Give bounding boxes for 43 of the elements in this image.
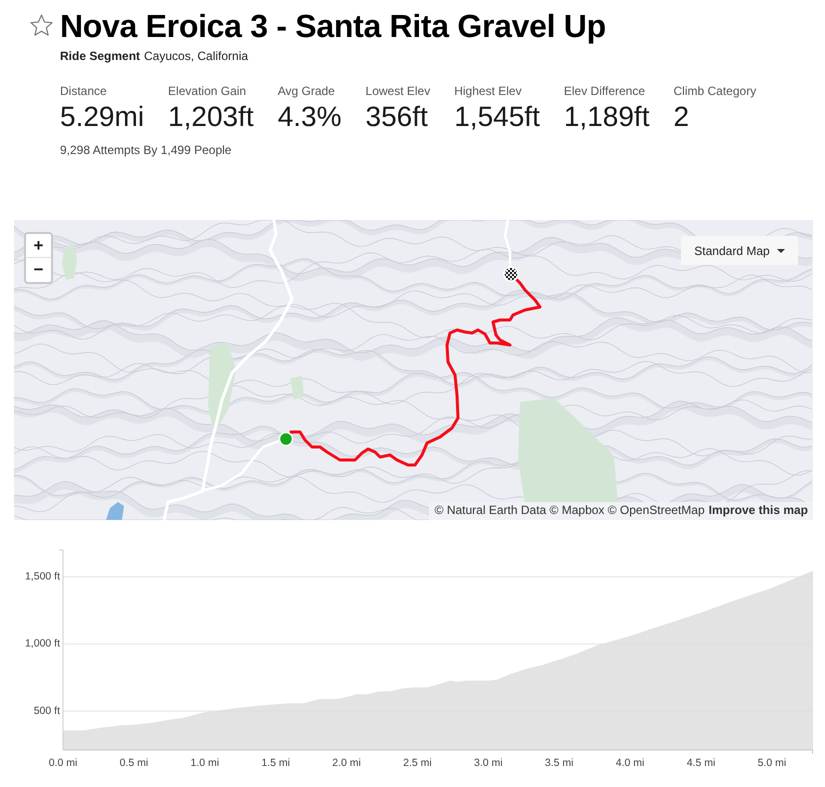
zoom-in-button[interactable]: +	[24, 232, 53, 258]
x-axis-label: 0.5 mi	[120, 756, 148, 769]
stat-value: 5.29mi	[60, 101, 144, 133]
zoom-out-button[interactable]: −	[24, 258, 53, 284]
improve-map-link[interactable]: Improve this map	[708, 503, 808, 518]
y-axis-label: 500 ft	[34, 704, 60, 717]
stat-value: 4.3%	[278, 101, 342, 133]
star-icon[interactable]	[30, 14, 53, 37]
map-style-dropdown[interactable]: Standard Map	[681, 236, 798, 265]
x-axis-label: 0.0 mi	[48, 756, 78, 769]
stat-label: Elevation Gain	[168, 83, 246, 99]
stat-label: Distance	[60, 83, 107, 99]
stat-label: Lowest Elev	[366, 83, 430, 99]
park-area	[290, 376, 304, 400]
stat-value: 1,545ft	[454, 101, 540, 133]
x-axis-label: 3.5 mi	[544, 756, 574, 769]
x-axis-label: 1.0 mi	[190, 756, 220, 769]
stat-value: 1,189ft	[564, 101, 650, 133]
x-axis-label: 2.0 mi	[332, 756, 361, 769]
stat-value: 356ft	[366, 101, 428, 133]
stat-value: 1,203ft	[168, 101, 254, 133]
y-axis-label: 1,500 ft	[24, 570, 60, 583]
caret-icon	[776, 248, 785, 252]
y-axis-label: 1,000 ft	[24, 638, 60, 650]
x-axis-label: 3.0 mi	[474, 756, 503, 769]
stat-label: Climb Category	[674, 83, 756, 99]
segment-type: Ride Segment	[60, 48, 140, 64]
stat-label: Highest Elev	[454, 83, 522, 99]
segment-location: Cayucos, California	[144, 48, 248, 64]
segment-title: Nova Eroica 3 - Santa Rita Gravel Up	[60, 7, 606, 45]
x-axis-label: 2.5 mi	[403, 756, 432, 769]
stat-label: Avg Grade	[278, 83, 335, 99]
stat-value: 2	[674, 101, 690, 133]
stat-label: Elev Difference	[564, 83, 646, 99]
park-area	[62, 244, 77, 280]
x-axis-label: 4.5 mi	[686, 756, 716, 769]
map-attribution: © Natural Earth Data © Mapbox © OpenStreetMap	[434, 503, 705, 518]
x-axis-label: 4.0 mi	[616, 756, 644, 769]
x-axis-label: 1.5 mi	[261, 756, 290, 769]
start-marker-icon	[278, 432, 294, 446]
x-axis-label: 5.0 mi	[758, 756, 786, 769]
attempts-count: 9,298 Attempts By 1,499 People	[60, 142, 232, 158]
checkered-marker-icon	[503, 266, 519, 282]
